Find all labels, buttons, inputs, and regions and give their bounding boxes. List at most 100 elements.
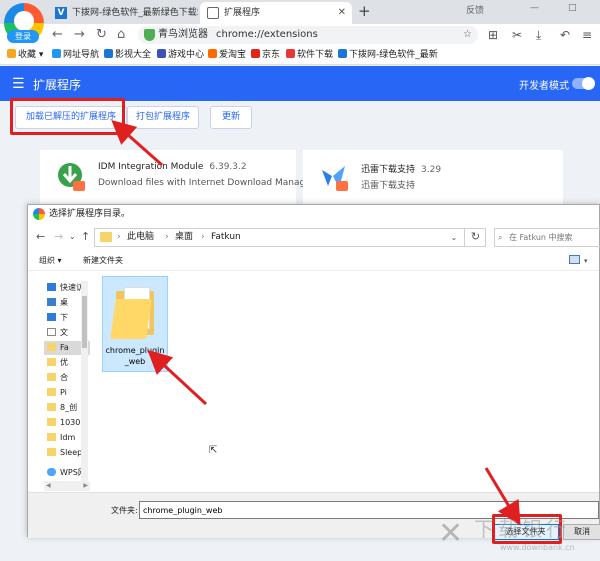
folder-item[interactable]: chrome_plugin_web [102,276,168,372]
cloud-icon [47,468,56,476]
tab-label: 下拨网-绿色软件_最新绿色下载站 [72,8,198,18]
folder-icon [47,343,56,351]
view-options-icon[interactable] [569,255,580,264]
path-dropdown-icon[interactable]: ⌄ [447,229,461,246]
game-icon [157,49,166,58]
omnibox[interactable]: 青鸟浏览器 chrome://extensions ☆ [138,26,478,44]
new-folder-button[interactable]: 新建文件夹 [83,251,123,271]
document-icon [47,328,56,336]
close-tab-icon[interactable]: ✕ [338,2,346,24]
tab-strip: V 下拨网-绿色软件_最新绿色下载站 扩展程序 ✕ + 反馈 — □ [0,0,600,24]
browser-icon [33,208,45,220]
refresh-icon[interactable]: ↻ [96,27,107,43]
dialog-title: 选择扩展程序目录。 [49,209,131,219]
security-shield-icon [144,29,155,41]
folder-icon [100,232,112,242]
watermark-text: 下载银行 [474,517,570,541]
refresh-icon[interactable]: ↻ [464,228,486,247]
folder-picker-dialog: 选择扩展程序目录。 ← → ⌄ ↑ › 此电脑 › 桌面 › Fatkun ⌄ … [27,204,600,540]
organize-button[interactable]: 组织 ▾ [39,251,62,271]
undo-icon[interactable]: ↶ [560,28,570,42]
extension-description: Download files with Internet Download Ma… [98,178,315,188]
quick-access-star-icon [47,283,56,291]
folder-icon [47,358,56,366]
file-list: chrome_plugin_web [102,274,597,492]
folder-icon [47,448,56,456]
search-placeholder: 在 Fatkun 中搜索 [509,233,573,242]
cut-icon[interactable]: ✂ [512,28,522,42]
browser-name-label: 青鸟浏览器 [158,29,208,40]
page-title: 扩展程序 [33,78,82,92]
jd-icon [251,49,260,58]
recent-dropdown-icon[interactable]: ⌄ [69,230,76,244]
taobao-icon [208,49,217,58]
bookmark-games[interactable]: 游戏中心 [157,46,204,65]
bookmark-nav[interactable]: 网址导航 [52,46,99,65]
restore-button[interactable]: □ [568,3,577,13]
developer-mode-toggle[interactable] [572,77,595,90]
feedback-button[interactable]: 反馈 [466,3,484,16]
navigation-horizontal-scrollbar[interactable]: ◀ ▶ [44,481,90,491]
url-text[interactable]: chrome://extensions [216,26,318,44]
hamburger-menu-icon[interactable]: ☰ [12,77,25,91]
extension-name: 迅雷下载支持 3.29 [361,165,442,175]
breadcrumb-desktop[interactable]: 桌面 [175,229,193,246]
downbank-icon [338,49,347,58]
download-icon[interactable]: ⤓ [536,28,541,42]
watermark-url: www.downbank.cn [500,543,575,552]
navigation-scrollbar[interactable] [81,281,88,491]
menu-icon[interactable]: ≡ [582,28,592,42]
bookmark-software[interactable]: 软件下载 [286,46,333,65]
tab-downbank[interactable]: V 下拨网-绿色软件_最新绿色下载站 [48,2,198,24]
up-arrow-icon[interactable]: ↑ [81,230,90,244]
bookmarks-bar: 收藏 ▾ 网址导航 影视大全 游戏中心 爱淘宝 京东 软件下载 下拨网-绿色软件… [0,46,600,65]
video-icon [104,49,113,58]
watermark-logo-icon: ✕ [438,516,464,551]
extension-description: 迅雷下载支持 [361,181,416,191]
path-breadcrumb[interactable]: › 此电脑 › 桌面 › Fatkun ⌄ [94,228,486,247]
folder-icon [47,433,56,441]
developer-mode-label: 开发者模式 [519,81,569,92]
bookmark-video[interactable]: 影视大全 [104,46,151,65]
new-tab-button[interactable]: + [358,2,371,20]
forward-icon[interactable]: → [74,27,85,43]
bookmark-jd[interactable]: 京东 [251,46,280,65]
back-arrow-icon[interactable]: ← [36,230,45,244]
mouse-cursor-icon: ⇱ [209,445,218,456]
search-box[interactable]: ⌕ 在 Fatkun 中搜索 [494,228,600,247]
apps-grid-icon[interactable]: ⊞ [488,28,498,42]
forward-arrow-icon[interactable]: → [54,230,63,244]
address-bar: ← → ↻ ⌂ 青鸟浏览器 chrome://extensions ☆ ⊞ ✂ … [0,24,600,46]
folder-icon [47,373,56,381]
bookmark-downbank[interactable]: 下拨网-绿色软件_最新 [338,46,438,65]
downbank-favicon-icon: V [55,7,67,19]
breadcrumb-fatkun[interactable]: Fatkun [211,229,241,246]
login-badge[interactable]: 登录 [7,30,39,43]
scroll-left-icon[interactable]: ◀ [46,481,51,491]
scrollbar-thumb[interactable] [82,296,87,348]
minimize-button[interactable]: — [530,3,539,13]
scroll-right-icon[interactable]: ▶ [83,481,88,491]
folder-field-label: 文件夹: [111,506,138,515]
bookmark-favorites[interactable]: 收藏 ▾ [7,46,43,65]
bookmark-taobao[interactable]: 爱淘宝 [208,46,246,65]
dialog-title-bar: 选择扩展程序目录。 [28,205,599,223]
star-icon [7,49,16,58]
dialog-toolbar: 组织 ▾ 新建文件夹 ▾ [28,251,599,271]
home-icon[interactable]: ⌂ [117,27,125,43]
desktop-icon [47,298,56,306]
tab-label: 扩展程序 [224,8,261,18]
view-dropdown-icon[interactable]: ▾ [584,251,588,271]
pack-extension-button[interactable]: 打包扩展程序 [127,106,199,129]
update-button[interactable]: 更新 [210,106,252,129]
bookmark-star-icon[interactable]: ☆ [463,26,472,44]
tab-extensions[interactable]: 扩展程序 ✕ [200,2,352,24]
toggle-knob [582,77,595,90]
extension-name: IDM Integration Module 6.39.3.2 [98,162,247,172]
extension-page-icon [207,7,219,19]
folder-icon [47,388,56,396]
breadcrumb-this-pc[interactable]: 此电脑 [127,229,154,246]
folder-icon [47,403,56,411]
back-icon[interactable]: ← [52,27,63,43]
extensions-header: ☰ 扩展程序 开发者模式 [0,66,600,101]
